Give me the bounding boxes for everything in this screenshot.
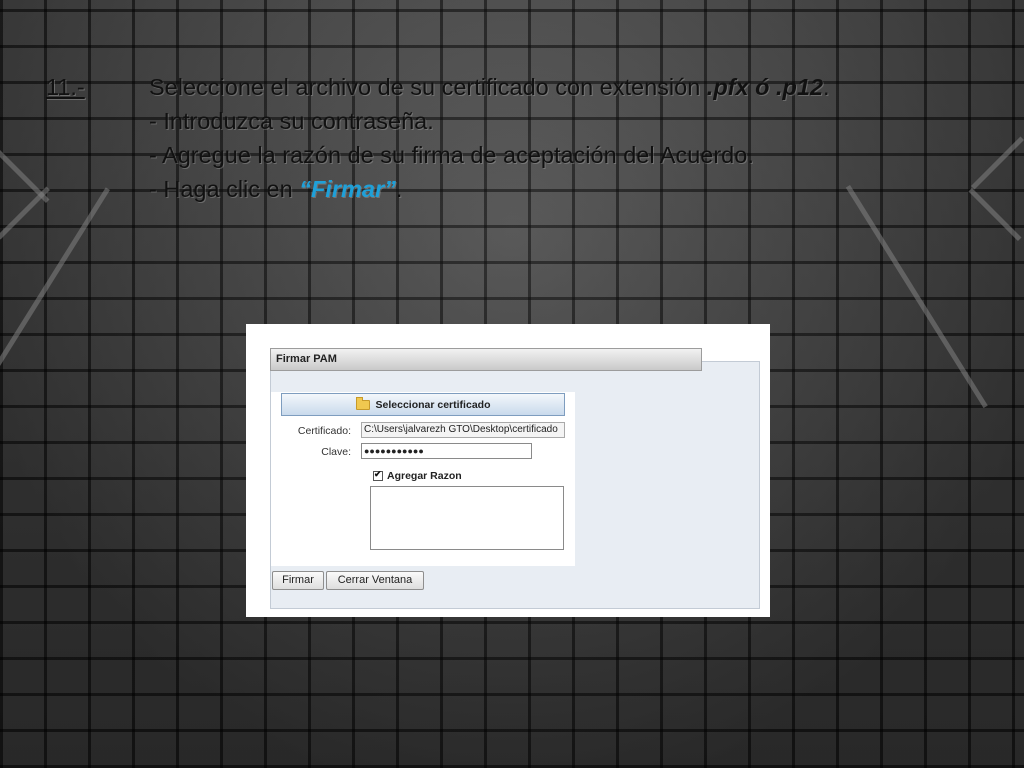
firmar-button[interactable]: Firmar bbox=[272, 571, 324, 590]
folder-icon bbox=[355, 396, 370, 410]
firmar-emphasis: “Firmar” bbox=[299, 176, 396, 202]
password-field[interactable]: ●●●●●●●●●●● bbox=[361, 443, 532, 459]
instruction-line-4-prefix: - Haga clic en bbox=[149, 176, 300, 202]
add-reason-toggle[interactable]: Agregar Razon bbox=[373, 469, 462, 482]
instruction-line-3: - Agregue la razón de su firma de acepta… bbox=[149, 142, 754, 168]
instruction-text: 11.- Seleccione el archivo de su certifi… bbox=[46, 70, 996, 206]
background-decoration bbox=[845, 185, 988, 409]
instruction-line-1-end: . bbox=[823, 74, 830, 100]
select-certificate-label: Seleccionar certificado bbox=[375, 398, 491, 411]
reason-textarea[interactable] bbox=[370, 486, 564, 550]
add-reason-label: Agregar Razon bbox=[387, 470, 462, 482]
file-extensions: .pfx ó .p12 bbox=[706, 74, 824, 100]
background-decoration bbox=[0, 187, 110, 496]
background-decoration bbox=[0, 186, 50, 240]
certificate-path-field[interactable]: C:\Users\jalvarezh GTO\Desktop\certifica… bbox=[361, 422, 565, 438]
dialog-title: Firmar PAM bbox=[270, 348, 702, 371]
certificate-label: Certificado: bbox=[297, 425, 351, 437]
instruction-line-1-text: Seleccione el archivo de su certificado … bbox=[149, 74, 707, 100]
select-certificate-button[interactable]: Seleccionar certificado bbox=[281, 393, 565, 416]
password-label: Clave: bbox=[321, 446, 351, 458]
instruction-line-4-end: . bbox=[395, 176, 403, 202]
add-reason-checkbox[interactable] bbox=[373, 469, 383, 481]
close-window-button[interactable]: Cerrar Ventana bbox=[326, 571, 424, 590]
instruction-line-2: - Introduzca su contraseña. bbox=[149, 108, 434, 134]
instruction-line-4: - Haga clic en “Firmar”. bbox=[46, 172, 996, 206]
step-number: 11.- bbox=[46, 74, 85, 100]
firmar-pam-dialog: Firmar PAM bbox=[246, 324, 770, 617]
instruction-line-1: 11.- Seleccione el archivo de su certifi… bbox=[46, 70, 996, 104]
